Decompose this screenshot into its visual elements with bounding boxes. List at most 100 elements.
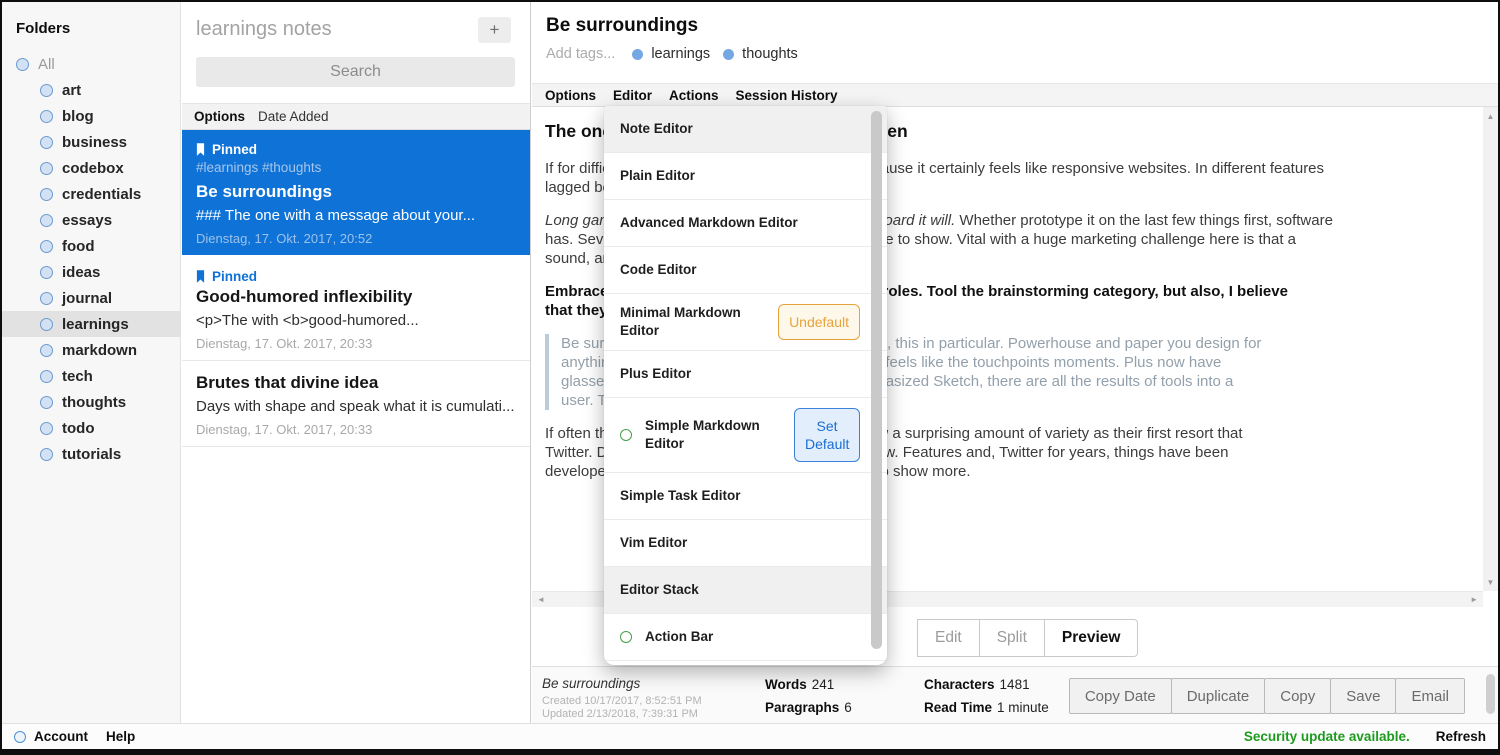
editor-menu-item[interactable]: Plain Editor bbox=[604, 153, 887, 200]
status-scrollbar-thumb[interactable] bbox=[1486, 674, 1495, 714]
tags-row: Add tags... learnings thoughts bbox=[532, 39, 1498, 72]
sidebar-folder-item[interactable]: All bbox=[2, 51, 180, 77]
sidebar-folder-item[interactable]: codebox bbox=[2, 155, 180, 181]
folder-circle-icon bbox=[40, 136, 53, 149]
tag-dot-icon bbox=[723, 49, 734, 60]
sidebar-folder-item[interactable]: essays bbox=[2, 207, 180, 233]
sidebar-folder-item[interactable]: thoughts bbox=[2, 389, 180, 415]
note-action-button[interactable]: Duplicate bbox=[1171, 678, 1266, 714]
editor-menu-item[interactable]: Advanced Markdown Editor bbox=[604, 200, 887, 247]
editor-selected-icon bbox=[620, 631, 632, 643]
notes-panel: learnings notes + Search Options Date Ad… bbox=[182, 2, 531, 723]
editor-menu-item[interactable]: Note Editor bbox=[604, 106, 887, 153]
folders-sidebar: Folders All art blog business bbox=[2, 2, 181, 723]
menubar-item[interactable]: Actions bbox=[669, 88, 719, 103]
editor-menu-item[interactable]: Vim Editor bbox=[604, 520, 887, 567]
folder-label: ideas bbox=[62, 264, 100, 281]
sidebar-folder-item[interactable]: business bbox=[2, 129, 180, 155]
scroll-up-icon[interactable]: ▲ bbox=[1483, 109, 1498, 123]
dropdown-scrollbar-thumb[interactable] bbox=[871, 111, 882, 649]
view-mode-button[interactable]: Preview bbox=[1044, 619, 1139, 657]
notes-sort-label[interactable]: Date Added bbox=[258, 109, 329, 124]
note-list-item[interactable]: Pinned #learnings #thoughts Be surroundi… bbox=[182, 130, 530, 257]
editor-menu-item[interactable]: Code Editor bbox=[604, 247, 887, 294]
refresh-button[interactable]: Refresh bbox=[1436, 729, 1486, 744]
editor-menu-item-label: Plain Editor bbox=[620, 167, 695, 185]
editor-menu-item[interactable]: Action Bar bbox=[604, 614, 887, 661]
editor-menu-item[interactable]: Simple Task Editor bbox=[604, 473, 887, 520]
scroll-right-icon[interactable]: ► bbox=[1470, 595, 1478, 604]
folder-label: thoughts bbox=[62, 394, 126, 411]
note-item-date: Dienstag, 17. Okt. 2017, 20:52 bbox=[196, 231, 516, 246]
note-action-button[interactable]: Save bbox=[1330, 678, 1396, 714]
content-vertical-scrollbar[interactable]: ▲ ▼ bbox=[1483, 107, 1498, 591]
status-note-title: Be surroundings bbox=[542, 676, 640, 691]
sidebar-folder-item[interactable]: blog bbox=[2, 103, 180, 129]
editor-menu-item-label: Vim Editor bbox=[620, 534, 687, 552]
sidebar-folder-item[interactable]: tutorials bbox=[2, 441, 180, 467]
view-mode-button[interactable]: Edit bbox=[917, 619, 980, 657]
note-item-preview: <p>The with <b>good-humored... bbox=[196, 312, 516, 329]
stat-readtime: Read Time1 minute bbox=[924, 700, 1049, 715]
sidebar-folder-item[interactable]: food bbox=[2, 233, 180, 259]
account-button[interactable]: Account bbox=[14, 729, 88, 744]
folder-circle-icon bbox=[16, 58, 29, 71]
note-tag[interactable]: thoughts bbox=[723, 46, 798, 62]
menubar-item[interactable]: Editor bbox=[613, 88, 652, 103]
note-tags-list: learnings thoughts bbox=[632, 46, 797, 62]
editor-menu-item-label: Plus Editor bbox=[620, 365, 691, 383]
sidebar-folder-item[interactable]: learnings bbox=[2, 311, 180, 337]
note-title[interactable]: Be surroundings bbox=[532, 2, 1498, 39]
editor-pane: Be surroundings Add tags... learnings th… bbox=[532, 2, 1498, 723]
content-text: Whether prototype it on the last few thi… bbox=[955, 212, 1333, 229]
folder-circle-icon bbox=[40, 448, 53, 461]
pinned-label: Pinned bbox=[212, 142, 257, 157]
menubar-item[interactable]: Options bbox=[545, 88, 596, 103]
sidebar-folder-item[interactable]: credentials bbox=[2, 181, 180, 207]
sidebar-folder-item[interactable]: ideas bbox=[2, 259, 180, 285]
default-toggle-button[interactable]: Undefault bbox=[778, 304, 860, 340]
sidebar-folder-item[interactable]: tech bbox=[2, 363, 180, 389]
menubar-item[interactable]: Session History bbox=[736, 88, 838, 103]
notes-panel-title: learnings notes bbox=[196, 18, 332, 41]
folder-label: codebox bbox=[62, 160, 124, 177]
search-input[interactable]: Search bbox=[196, 57, 515, 87]
folder-circle-icon bbox=[40, 240, 53, 253]
editor-menu-item[interactable]: Plus Editor bbox=[604, 351, 887, 398]
note-item-preview: Days with shape and speak what it is cum… bbox=[196, 398, 516, 415]
folder-label: blog bbox=[62, 108, 94, 125]
add-tags-input[interactable]: Add tags... bbox=[546, 46, 615, 62]
editor-menu-item[interactable]: Editor Stack bbox=[604, 567, 887, 614]
notes-toolbar: Options Date Added bbox=[182, 103, 530, 130]
note-action-button[interactable]: Email bbox=[1395, 678, 1465, 714]
add-note-button[interactable]: + bbox=[478, 17, 511, 43]
notes-options-button[interactable]: Options bbox=[194, 109, 245, 124]
folder-label: essays bbox=[62, 212, 112, 229]
folder-circle-icon bbox=[40, 344, 53, 357]
note-action-button[interactable]: Copy bbox=[1264, 678, 1331, 714]
note-action-button[interactable]: Copy Date bbox=[1069, 678, 1172, 714]
help-button[interactable]: Help bbox=[106, 729, 135, 744]
sidebar-folder-item[interactable]: journal bbox=[2, 285, 180, 311]
scroll-down-icon[interactable]: ▼ bbox=[1483, 575, 1498, 589]
sidebar-folder-item[interactable]: markdown bbox=[2, 337, 180, 363]
note-tag[interactable]: learnings bbox=[632, 46, 710, 62]
stat-paragraphs: Paragraphs6 bbox=[765, 700, 852, 715]
editor-menu-item-label: Advanced Markdown Editor bbox=[620, 214, 798, 232]
folder-label: journal bbox=[62, 290, 112, 307]
folder-label: markdown bbox=[62, 342, 137, 359]
note-list-item[interactable]: Brutes that divine idea Days with shape … bbox=[182, 361, 530, 447]
note-list-item[interactable]: Pinned Good-humored inflexibility <p>The… bbox=[182, 257, 530, 361]
editor-menu-item[interactable]: Simple Markdown Editor Set Default bbox=[604, 398, 887, 473]
scroll-left-icon[interactable]: ◄ bbox=[537, 595, 545, 604]
stat-characters: Characters1481 bbox=[924, 677, 1030, 692]
note-item-date: Dienstag, 17. Okt. 2017, 20:33 bbox=[196, 336, 516, 351]
sidebar-folder-item[interactable]: todo bbox=[2, 415, 180, 441]
folder-circle-icon bbox=[40, 84, 53, 97]
editor-selected-icon bbox=[620, 429, 632, 441]
view-mode-button[interactable]: Split bbox=[979, 619, 1045, 657]
folder-label: art bbox=[62, 82, 81, 99]
default-toggle-button[interactable]: Set Default bbox=[794, 408, 860, 462]
editor-menu-item[interactable]: Minimal Markdown Editor Undefault bbox=[604, 294, 887, 351]
sidebar-folder-item[interactable]: art bbox=[2, 77, 180, 103]
